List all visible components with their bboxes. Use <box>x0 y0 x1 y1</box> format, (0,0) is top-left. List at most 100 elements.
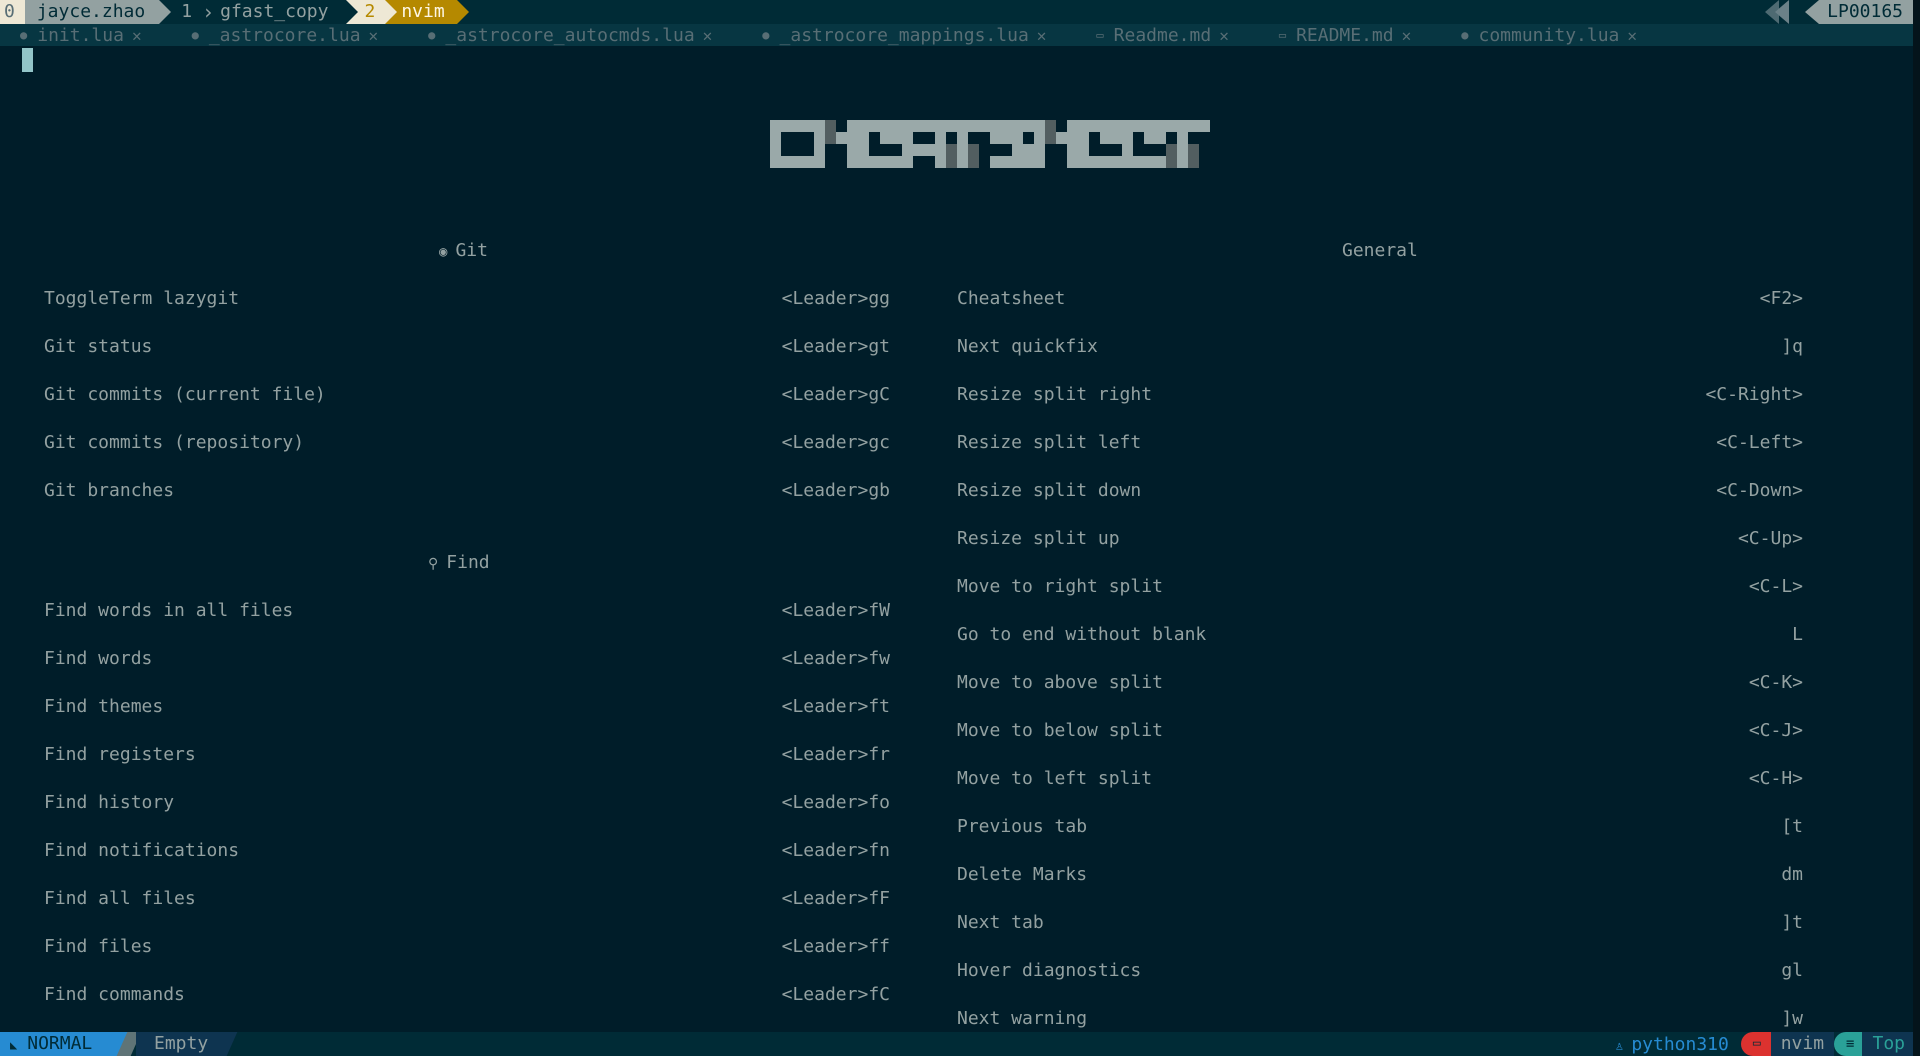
buffer-tab[interactable]: ● _astrocore_mappings.lua ✕ <box>742 24 1054 46</box>
buffer-tab[interactable]: ● _astrocore_autocmds.lua ✕ <box>408 24 720 46</box>
keymap-key: <C-K> <box>1748 672 1803 693</box>
keymap-row[interactable]: Next quickfix ]q <box>957 335 1803 359</box>
close-icon[interactable]: ✕ <box>1402 26 1412 45</box>
buffer-tab[interactable]: ▭ README.md ✕ <box>1259 24 1419 46</box>
keymap-description: Find words in all files <box>44 600 294 621</box>
section-title: Git <box>455 240 488 261</box>
keymap-row[interactable]: Find notifications <Leader>fn <box>44 839 890 863</box>
close-icon[interactable]: ✕ <box>132 26 142 45</box>
markdown-file-icon: ▭ <box>1278 28 1287 42</box>
tmux-hostname: LP00165 <box>1805 0 1913 24</box>
buffer-tabline: ● init.lua ✕ ● _astrocore.lua ✕ ● _astro… <box>0 24 1913 46</box>
keymap-row[interactable]: Find words <Leader>fw <box>44 647 890 671</box>
keymap-description: Find files <box>44 936 153 957</box>
keymap-row[interactable]: Previous tab [t <box>957 815 1803 839</box>
keymap-key: <Leader>gc <box>781 432 890 453</box>
search-icon: ⚲ <box>428 556 439 572</box>
close-icon[interactable]: ✕ <box>1219 26 1229 45</box>
keymap-description: Find commands <box>44 984 185 1005</box>
keymap-key: <Leader>gg <box>781 288 890 309</box>
keymap-description: Resize split up <box>957 528 1120 549</box>
keymap-row[interactable]: Cheatsheet <F2> <box>957 287 1803 311</box>
close-icon[interactable]: ✕ <box>1037 26 1047 45</box>
keymap-row[interactable]: Find history <Leader>fo <box>44 791 890 815</box>
buffer-tab[interactable]: ● init.lua ✕ <box>0 24 150 46</box>
section-header-git: ◉ Git <box>439 239 488 263</box>
keymap-row[interactable]: Git commits (current file) <Leader>gC <box>44 383 890 407</box>
keymap-row[interactable]: ToggleTerm lazygit <Leader>gg <box>44 287 890 311</box>
tmux-window-index-2[interactable]: 2 <box>346 0 386 24</box>
decorative-chevron-icon <box>1775 0 1789 24</box>
keymap-row[interactable]: Resize split right <C-Right> <box>957 383 1803 407</box>
keymap-row[interactable]: Git status <Leader>gt <box>44 335 890 359</box>
tmux-window-index-0[interactable]: 0 <box>0 0 25 24</box>
keymap-row[interactable]: Git branches <Leader>gb <box>44 479 890 503</box>
keymap-key: <F2> <box>1759 288 1803 309</box>
keymap-row[interactable]: Hover diagnostics gl <box>957 959 1803 983</box>
keymap-key: ]q <box>1781 336 1803 357</box>
keymap-description: Delete Marks <box>957 864 1088 885</box>
keymap-row[interactable]: Move to left split <C-H> <box>957 767 1803 791</box>
file-name: Empty <box>136 1032 225 1056</box>
keymap-key: dm <box>1781 864 1803 885</box>
tmux-window-nvim-active[interactable]: nvim <box>385 0 470 24</box>
keymap-row[interactable]: Next tab]t <box>957 911 1803 935</box>
keymap-description: Go to end without blank <box>957 624 1207 645</box>
close-icon[interactable]: ✕ <box>1627 26 1637 45</box>
keymap-row[interactable]: Find files <Leader>ff <box>44 935 890 959</box>
keymap-key: <C-L> <box>1748 576 1803 597</box>
keymap-key: <C-Left> <box>1716 432 1803 453</box>
keymap-row[interactable]: Resize split up <C-Up> <box>957 527 1803 551</box>
keymap-row[interactable]: Find registers <Leader>fr <box>44 743 890 767</box>
keymap-key: L <box>1792 624 1803 645</box>
lua-file-icon: ● <box>762 28 770 42</box>
keymap-description: Git commits (current file) <box>44 384 326 405</box>
keymap-key: <C-H> <box>1748 768 1803 789</box>
buffer-tab[interactable]: ● community.lua ✕ <box>1441 24 1645 46</box>
keymap-key: <Leader>fn <box>781 840 890 861</box>
buffer-tab[interactable]: ● _astrocore.lua ✕ <box>172 24 387 46</box>
section-title: Find <box>446 552 490 573</box>
keymap-key: ]w <box>1781 1008 1803 1029</box>
keymap-description: Find registers <box>44 744 196 765</box>
close-icon[interactable]: ✕ <box>703 26 713 45</box>
tmux-window-index-1[interactable]: 1 <box>159 0 200 24</box>
keymap-description: Git branches <box>44 480 175 501</box>
tmux-window-gfast-copy[interactable]: gfast_copy <box>216 0 340 24</box>
nvim-statusline: ◣ NORMAL Empty ♙ python310 ▭ nvim ≡ Top <box>0 1032 1913 1056</box>
keymap-description: Git commits (repository) <box>44 432 305 453</box>
keymap-row[interactable]: Move to above split <C-K> <box>957 671 1803 695</box>
keymap-row[interactable]: Find all files <Leader>fF <box>44 887 890 911</box>
keymap-key: <Leader>fC <box>781 984 890 1005</box>
keymap-description: Move to above split <box>957 672 1163 693</box>
keymap-description: Git status <box>44 336 153 357</box>
keymap-row[interactable]: Move to below split <C-J> <box>957 719 1803 743</box>
keymap-key: <Leader>gC <box>781 384 890 405</box>
keymap-description: Move to below split <box>957 720 1163 741</box>
keymap-row[interactable]: Next warning]w <box>957 1007 1803 1031</box>
keymap-description: Next tab <box>957 912 1044 933</box>
keymap-row[interactable]: Git commits (repository) <Leader>gc <box>44 431 890 455</box>
keymap-row[interactable]: Move to right split <C-L> <box>957 575 1803 599</box>
lua-file-icon: ● <box>191 28 199 42</box>
buffer-tab-label: _astrocore_mappings.lua <box>779 24 1029 46</box>
keymap-row[interactable]: Go to end without blank L <box>957 623 1803 647</box>
keymap-row[interactable]: Delete Marks dm <box>957 863 1803 887</box>
tmux-window-jayce-zhao[interactable]: jayce.zhao <box>24 0 172 24</box>
keymap-key: <Leader>fw <box>781 648 890 669</box>
keymap-key: <Leader>fF <box>781 888 890 909</box>
python-venv[interactable]: ♙ python310 <box>1615 1034 1740 1055</box>
keymap-description: Previous tab <box>957 816 1088 837</box>
keymap-row[interactable]: Find commands <Leader>fC <box>44 983 890 1007</box>
keymap-row[interactable]: Find themes <Leader>ft <box>44 695 890 719</box>
close-icon[interactable]: ✕ <box>369 26 379 45</box>
keymap-key: <C-Right> <box>1705 384 1803 405</box>
keymap-key: <Leader>fW <box>781 600 890 621</box>
buffer-tab[interactable]: ▭ Readme.md ✕ <box>1076 24 1236 46</box>
keymap-key: <C-J> <box>1748 720 1803 741</box>
keymap-row[interactable]: Resize split down <C-Down> <box>957 479 1803 503</box>
keymap-description: Next quickfix <box>957 336 1098 357</box>
keymap-row[interactable]: Resize split left <C-Left> <box>957 431 1803 455</box>
keymap-description: Resize split left <box>957 432 1142 453</box>
keymap-row[interactable]: Find words in all files <Leader>fW <box>44 599 890 623</box>
